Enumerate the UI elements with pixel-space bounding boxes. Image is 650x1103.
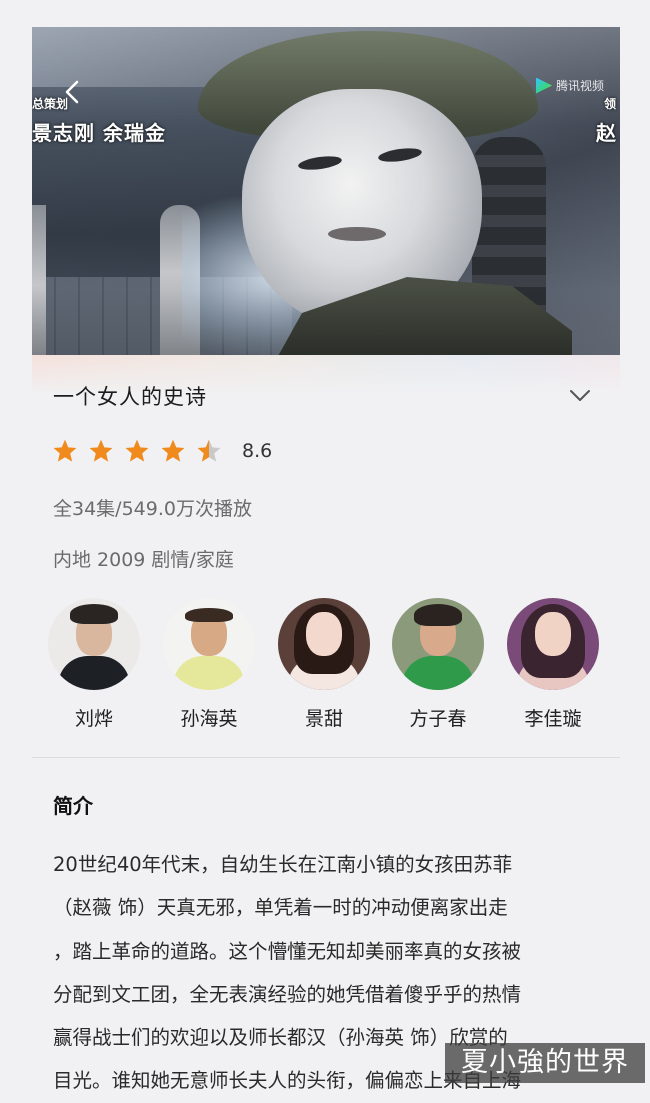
episode-play-count: 全34集/549.0万次播放	[53, 498, 252, 520]
cast-list: 刘烨 孙海英 景甜 方子春 李佳璇	[45, 598, 615, 738]
credit-role-right: 领	[603, 97, 616, 111]
star-full-icon	[89, 439, 113, 462]
star-rating	[52, 438, 222, 464]
avatar	[507, 598, 599, 690]
avatar	[48, 598, 140, 690]
star-full-icon	[125, 439, 149, 462]
show-tags: 内地 2009 剧情/家庭	[53, 549, 234, 571]
star-half-icon	[197, 439, 221, 462]
rating-score: 8.6	[242, 440, 273, 462]
chevron-down-icon[interactable]	[568, 384, 592, 408]
cast-item[interactable]: 景甜	[269, 598, 379, 731]
credit-names: 景志刚 余瑞金	[32, 121, 166, 145]
tencent-video-logo-icon	[535, 77, 552, 94]
cast-item[interactable]: 李佳璇	[498, 598, 608, 731]
cast-name: 景甜	[304, 708, 343, 730]
video-source-watermark: 腾讯视频	[535, 77, 604, 94]
back-arrow-icon[interactable]	[60, 77, 84, 107]
rating-row: 8.6	[52, 438, 272, 464]
cast-name: 方子春	[409, 708, 467, 730]
video-player[interactable]: 总策划 景志刚 余瑞金 领 赵 腾讯视频	[32, 27, 620, 355]
synopsis-line: ，踏上革命的道路。这个懵懂无知却美丽率真的女孩被	[53, 939, 522, 963]
video-source-text: 腾讯视频	[555, 79, 604, 93]
video-vignette	[32, 27, 620, 355]
cast-name: 刘烨	[74, 708, 113, 730]
avatar	[163, 598, 255, 690]
avatar	[392, 598, 484, 690]
cast-name: 李佳璇	[524, 708, 582, 730]
overlay-watermark: 夏小強的世界	[445, 1043, 645, 1083]
avatar	[278, 598, 370, 690]
show-title: 一个女人的史诗	[53, 385, 207, 409]
cast-item[interactable]: 孙海英	[154, 598, 264, 731]
synopsis-line: 分配到文工团，全无表演经验的她凭借着傻乎乎的热情	[53, 982, 522, 1006]
star-full-icon	[161, 439, 185, 462]
cast-item[interactable]: 刘烨	[39, 598, 149, 731]
cast-name: 孙海英	[180, 708, 238, 730]
synopsis-line: （赵薇 饰）天真无邪，单凭着一时的冲动便离家出走	[53, 896, 508, 920]
cast-item[interactable]: 方子春	[383, 598, 493, 731]
synopsis-heading: 简介	[53, 794, 93, 818]
star-full-icon	[53, 439, 77, 462]
section-divider	[32, 757, 620, 758]
synopsis-line: 20世纪40年代末，自幼生长在江南小镇的女孩田苏菲	[53, 853, 513, 876]
credit-name-right: 赵	[596, 121, 616, 145]
